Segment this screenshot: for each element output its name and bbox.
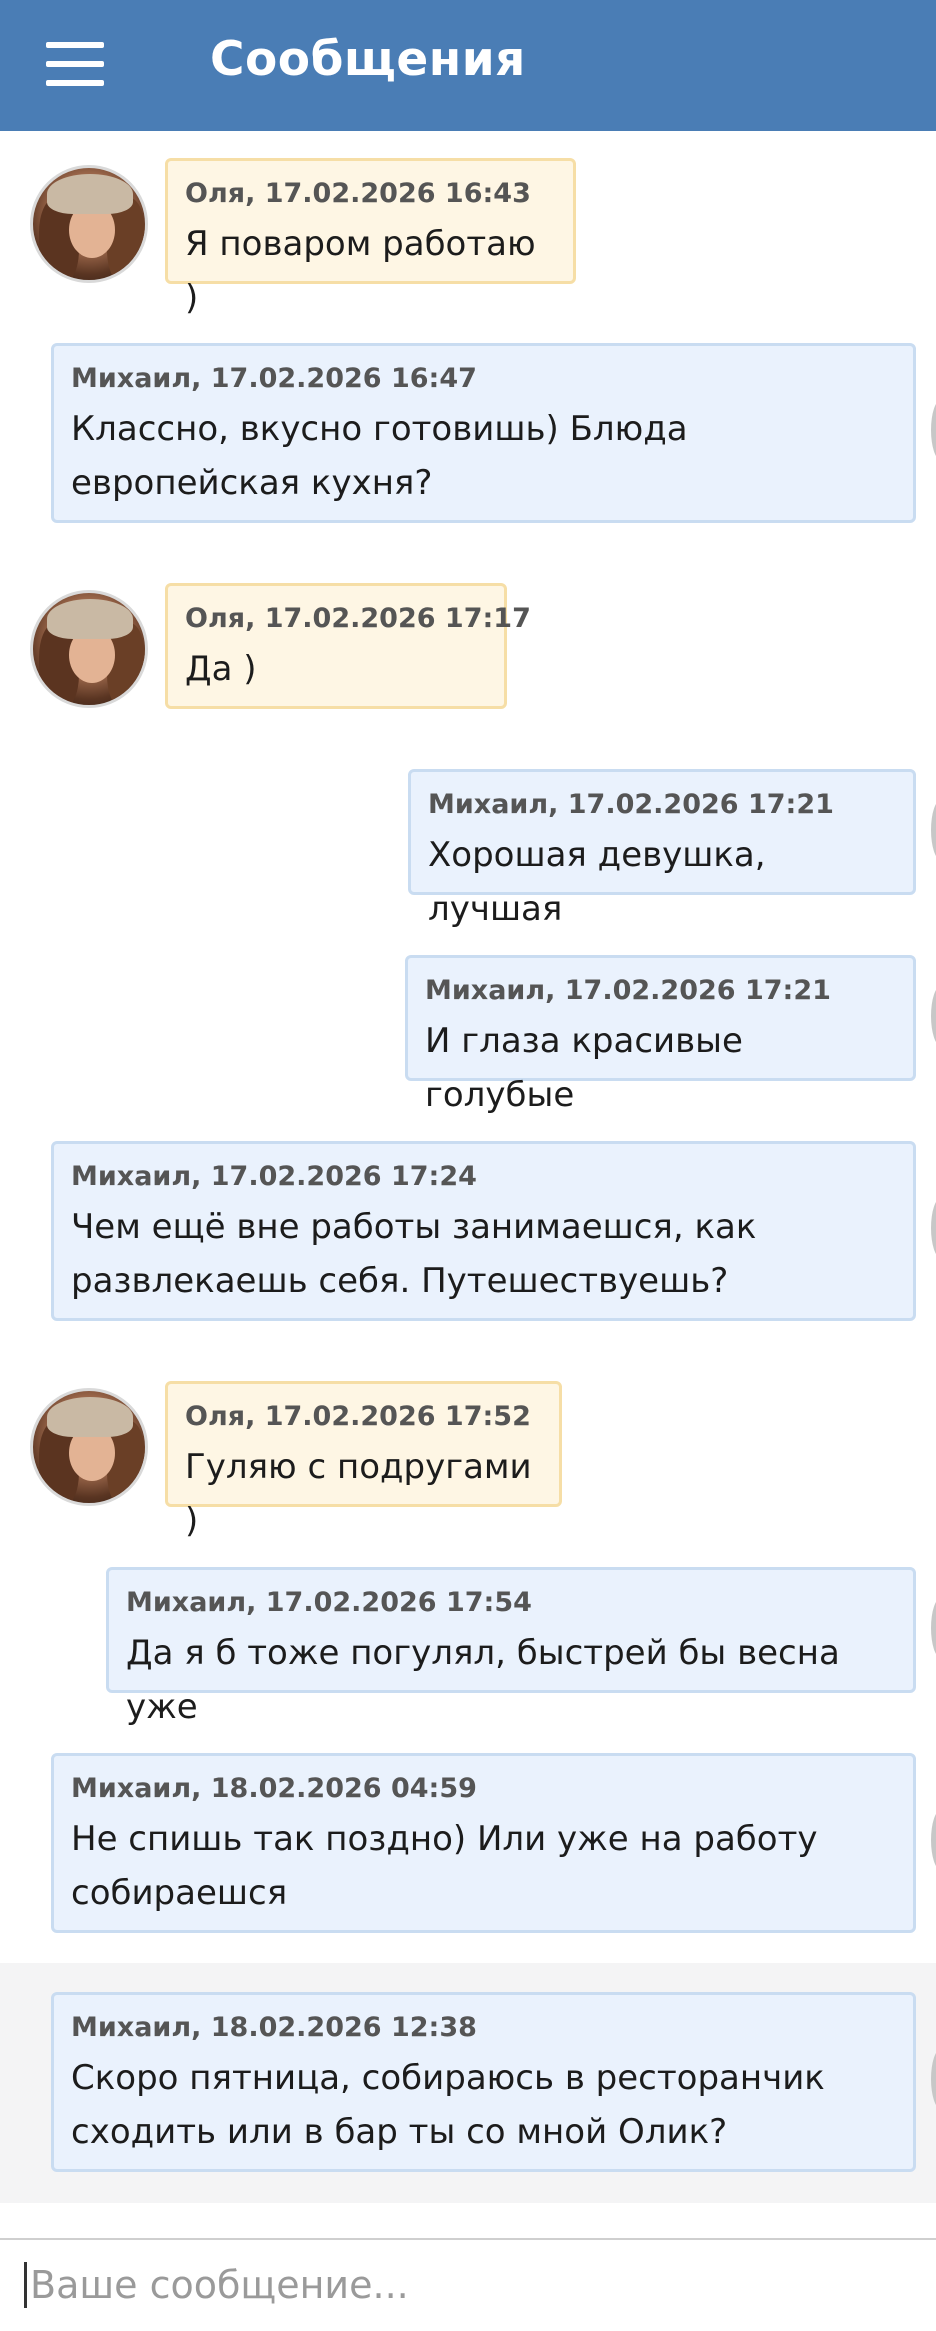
my-avatar-edge <box>931 1198 936 1258</box>
message-meta: Михаил, 17.02.2026 16:47 <box>71 363 477 394</box>
message-bubble[interactable]: Михаил, 17.02.2026 17:21 Хорошая девушка… <box>408 769 916 929</box>
message-row-highlighted: Михаил, 18.02.2026 12:38 Скоро пятница, … <box>0 1963 936 2203</box>
message-bubble[interactable]: Михаил, 18.02.2026 12:38 Скоро пятница, … <box>51 1992 916 2172</box>
menu-bar <box>46 42 104 48</box>
message-row: Оля, 17.02.2026 17:52 Гуляю с подругами … <box>0 1378 936 1541</box>
my-avatar-edge <box>931 800 936 860</box>
message-text: Гуляю с подругами ) <box>185 1447 532 1541</box>
message-text: Не спишь так поздно) Или уже на работу с… <box>71 1819 818 1913</box>
message-row: Михаил, 17.02.2026 17:24 Чем ещё вне раб… <box>0 1138 936 1324</box>
app-header: Сообщения <box>0 0 936 131</box>
my-avatar-edge <box>931 2049 936 2109</box>
message-meta: Михаил, 18.02.2026 04:59 <box>71 1773 477 1804</box>
message-meta: Михаил, 18.02.2026 12:38 <box>71 2012 477 2043</box>
message-meta: Михаил, 17.02.2026 17:21 <box>425 975 831 1006</box>
menu-bar <box>46 61 104 67</box>
message-meta: Михаил, 17.02.2026 17:21 <box>428 789 834 820</box>
message-row: Михаил, 17.02.2026 17:54 Да я б тоже пог… <box>0 1564 936 1727</box>
message-row: Михаил, 17.02.2026 17:21 Хорошая девушка… <box>0 766 936 929</box>
message-row: Михаил, 18.02.2026 04:59 Не спишь так по… <box>0 1750 936 1936</box>
message-meta: Михаил, 17.02.2026 17:54 <box>126 1587 532 1618</box>
message-row: Михаил, 17.02.2026 17:21 И глаза красивы… <box>0 952 936 1115</box>
message-bubble[interactable]: Михаил, 18.02.2026 04:59 Не спишь так по… <box>51 1753 916 1933</box>
compose-area <box>14 2252 936 2318</box>
message-row: Оля, 17.02.2026 17:17 Да ) <box>0 580 936 710</box>
message-bubble[interactable]: Михаил, 17.02.2026 17:54 Да я б тоже пог… <box>106 1567 916 1727</box>
message-row: Михаил, 17.02.2026 16:47 Классно, вкусно… <box>0 340 936 526</box>
message-meta: Оля, 17.02.2026 17:17 <box>185 603 531 634</box>
message-meta: Михаил, 17.02.2026 17:24 <box>71 1161 477 1192</box>
my-avatar-edge <box>931 400 936 460</box>
message-meta: Оля, 17.02.2026 17:52 <box>185 1401 531 1432</box>
my-avatar-edge <box>931 1810 936 1870</box>
compose-divider <box>0 2238 936 2240</box>
page-title: Сообщения <box>210 32 526 87</box>
message-bubble[interactable]: Оля, 17.02.2026 17:17 Да ) <box>165 583 531 709</box>
message-text: Да ) <box>185 649 257 689</box>
avatar[interactable] <box>30 165 148 283</box>
message-text: Я поваром работаю ) <box>185 224 536 318</box>
message-text: И глаза красивые голубые <box>425 1021 743 1115</box>
hamburger-menu-icon[interactable] <box>46 42 104 86</box>
avatar[interactable] <box>30 1388 148 1506</box>
message-bubble[interactable]: Михаил, 17.02.2026 16:47 Классно, вкусно… <box>51 343 916 523</box>
message-row: Оля, 17.02.2026 16:43 Я поваром работаю … <box>0 155 936 318</box>
message-input[interactable] <box>24 2256 930 2314</box>
message-bubble[interactable]: Оля, 17.02.2026 17:52 Гуляю с подругами … <box>165 1381 562 1541</box>
message-bubble[interactable]: Оля, 17.02.2026 16:43 Я поваром работаю … <box>165 158 576 318</box>
message-text: Чем ещё вне работы занимаешся, как развл… <box>71 1207 757 1301</box>
menu-bar <box>46 80 104 86</box>
message-bubble[interactable]: Михаил, 17.02.2026 17:21 И глаза красивы… <box>405 955 916 1115</box>
message-text: Да я б тоже погулял, быстрей бы весна уж… <box>126 1633 840 1727</box>
my-avatar-edge <box>931 986 936 1046</box>
my-avatar-edge <box>931 1598 936 1658</box>
avatar[interactable] <box>30 590 148 708</box>
message-meta: Оля, 17.02.2026 16:43 <box>185 178 531 209</box>
message-text: Скоро пятница, собираюсь в ресторанчик с… <box>71 2058 825 2152</box>
message-text: Хорошая девушка, лучшая <box>428 835 766 929</box>
message-bubble[interactable]: Михаил, 17.02.2026 17:24 Чем ещё вне раб… <box>51 1141 916 1321</box>
message-text: Классно, вкусно готовишь) Блюда европейс… <box>71 409 688 503</box>
